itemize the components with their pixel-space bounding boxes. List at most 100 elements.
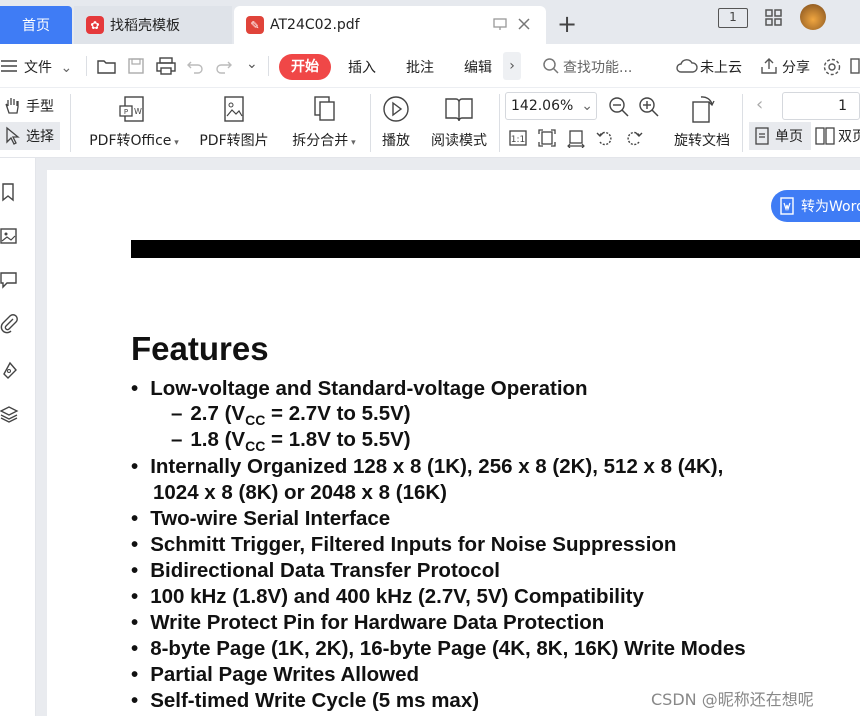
split-merge-icon: [314, 96, 335, 121]
divider: [499, 94, 500, 152]
convert-to-word-label: 转为Word: [801, 199, 860, 215]
actual-size-icon[interactable]: 1:1: [508, 128, 528, 152]
double-page-button[interactable]: 双页: [814, 122, 860, 150]
left-sidebar: [0, 158, 36, 716]
undo-icon[interactable]: [185, 56, 205, 80]
more-menus-chevron-icon[interactable]: ›: [503, 52, 521, 80]
word-document-icon: [780, 197, 794, 215]
share-button[interactable]: 分享: [782, 57, 810, 77]
menu-file-label: 文件: [24, 60, 52, 76]
print-icon[interactable]: [155, 56, 177, 80]
divider: [86, 56, 87, 76]
dropdown-caret-icon: ▾: [348, 138, 356, 148]
dropdown-caret-icon: ▾: [171, 138, 179, 148]
single-page-label: 单页: [775, 129, 803, 145]
zoom-in-icon[interactable]: [638, 96, 660, 122]
menu-bar: 文件 ⌄ ⌄ 开始 插入 批注 编辑 › 查找功能... 未上云 分享: [0, 44, 860, 88]
hand-icon: [5, 98, 19, 114]
read-mode-label: 阅读模式: [431, 133, 487, 149]
open-book-icon: [445, 98, 473, 122]
divider: [70, 94, 71, 152]
read-mode-button[interactable]: 阅读模式: [426, 94, 492, 150]
pdf-to-office-button[interactable]: PW PDF转Office ▾: [84, 94, 184, 150]
pdf-to-image-button[interactable]: PDF转图片: [196, 94, 272, 150]
layers-icon[interactable]: [0, 404, 20, 424]
feature-item: • Low-voltage and Standard-voltage Operat…: [131, 377, 588, 400]
search-icon: [542, 57, 560, 79]
open-folder-icon[interactable]: [96, 56, 118, 80]
apps-grid-icon[interactable]: [764, 8, 784, 32]
save-icon[interactable]: [126, 56, 146, 80]
rotate-document-button[interactable]: 旋转文档: [668, 94, 736, 150]
tab-home[interactable]: 首页: [0, 6, 72, 44]
play-icon: [383, 96, 409, 122]
feature-item: • Bidirectional Data Transfer Protocol: [131, 559, 500, 582]
feature-subitem: –1.8 (VCC = 1.8V to 5.5V): [171, 428, 411, 455]
user-avatar[interactable]: [800, 4, 826, 30]
rotate-left-icon[interactable]: [595, 128, 615, 152]
divider: [268, 56, 269, 76]
add-tab-button[interactable]: +: [554, 10, 580, 38]
page-number-input[interactable]: 1: [782, 92, 860, 120]
single-page-icon: [755, 127, 769, 145]
hand-tool-button[interactable]: 手型: [2, 94, 62, 118]
quick-access-dropdown-icon[interactable]: ⌄: [246, 56, 258, 72]
feature-subitem: –2.7 (VCC = 2.7V to 5.5V): [171, 402, 411, 429]
more-icon[interactable]: [850, 57, 860, 79]
tab-templates[interactable]: ✿ 找稻壳模板: [74, 6, 232, 44]
menu-start[interactable]: 开始: [279, 54, 331, 80]
app-window: 首页 ✿ 找稻壳模板 ✎ AT24C02.pdf + 1 文件 ⌄ ⌄ 开始 插…: [0, 0, 860, 716]
cloud-status[interactable]: 未上云: [700, 57, 742, 77]
double-page-label: 双页: [838, 129, 860, 145]
share-icon: [759, 57, 779, 79]
play-label: 播放: [382, 133, 410, 149]
tab-bar: 首页 ✿ 找稻壳模板 ✎ AT24C02.pdf + 1: [0, 0, 860, 44]
tab-home-label: 首页: [22, 18, 50, 34]
select-tool-button[interactable]: 选择: [0, 122, 60, 150]
tab-pdf-label: AT24C02.pdf: [270, 17, 360, 33]
fit-width-icon[interactable]: [566, 128, 586, 152]
pdf-to-image-label: PDF转图片: [199, 133, 269, 149]
rotate-right-icon[interactable]: [624, 128, 644, 152]
comment-icon[interactable]: [0, 270, 20, 290]
close-tab-icon[interactable]: [516, 16, 532, 36]
header-black-rule: [131, 240, 860, 258]
bookmark-icon[interactable]: [0, 182, 20, 202]
tab-pdf-document[interactable]: ✎ AT24C02.pdf: [234, 6, 546, 44]
single-page-button[interactable]: 单页: [749, 122, 811, 150]
feature-item-continuation: 1024 x 8 (8K) or 2048 x 8 (16K): [153, 481, 447, 504]
signature-pen-icon[interactable]: [0, 360, 20, 380]
zoom-out-icon[interactable]: [608, 96, 630, 122]
attachment-paperclip-icon[interactable]: [0, 314, 20, 334]
search-functions-input[interactable]: 查找功能...: [563, 57, 632, 77]
feature-item: • 100 kHz (1.8V) and 400 kHz (2.7V, 5V) C…: [131, 585, 644, 608]
fit-page-icon[interactable]: [537, 128, 557, 152]
menu-file[interactable]: 文件 ⌄: [24, 57, 72, 77]
pin-tab-icon[interactable]: [492, 16, 508, 36]
play-button[interactable]: 播放: [376, 94, 416, 150]
features-heading: Features: [131, 330, 269, 367]
feature-item: • Partial Page Writes Allowed: [131, 663, 420, 686]
previous-page-icon[interactable]: ‹: [756, 94, 763, 115]
page-layout-button[interactable]: 1: [718, 8, 748, 28]
thumbnail-image-icon[interactable]: [0, 226, 20, 246]
feature-item: • Write Protect Pin for Hardware Data Pro…: [131, 611, 605, 634]
hamburger-icon[interactable]: [0, 58, 18, 78]
convert-to-word-button[interactable]: 转为Word: [771, 190, 860, 222]
split-merge-button[interactable]: 拆分合并 ▾: [286, 94, 362, 150]
pdf-file-icon: ✎: [246, 16, 264, 34]
zoom-value: 142.06%: [511, 98, 574, 114]
menu-edit[interactable]: 编辑: [464, 57, 492, 77]
document-viewport[interactable]: Features • Low-voltage and Standard-volta…: [37, 158, 860, 716]
settings-gear-icon[interactable]: [822, 57, 842, 81]
menu-insert[interactable]: 插入: [348, 57, 376, 77]
rotate-document-label: 旋转文档: [674, 133, 730, 149]
zoom-select[interactable]: 142.06% ⌄: [505, 92, 597, 120]
redo-icon[interactable]: [214, 56, 234, 80]
csdn-watermark: CSDN @昵称还在想呢: [651, 690, 814, 709]
divider: [370, 94, 371, 152]
menu-annotate[interactable]: 批注: [406, 57, 434, 77]
feature-item: • Schmitt Trigger, Filtered Inputs for No…: [131, 533, 677, 556]
split-merge-label: 拆分合并: [292, 133, 349, 149]
hand-tool-label: 手型: [26, 99, 54, 115]
